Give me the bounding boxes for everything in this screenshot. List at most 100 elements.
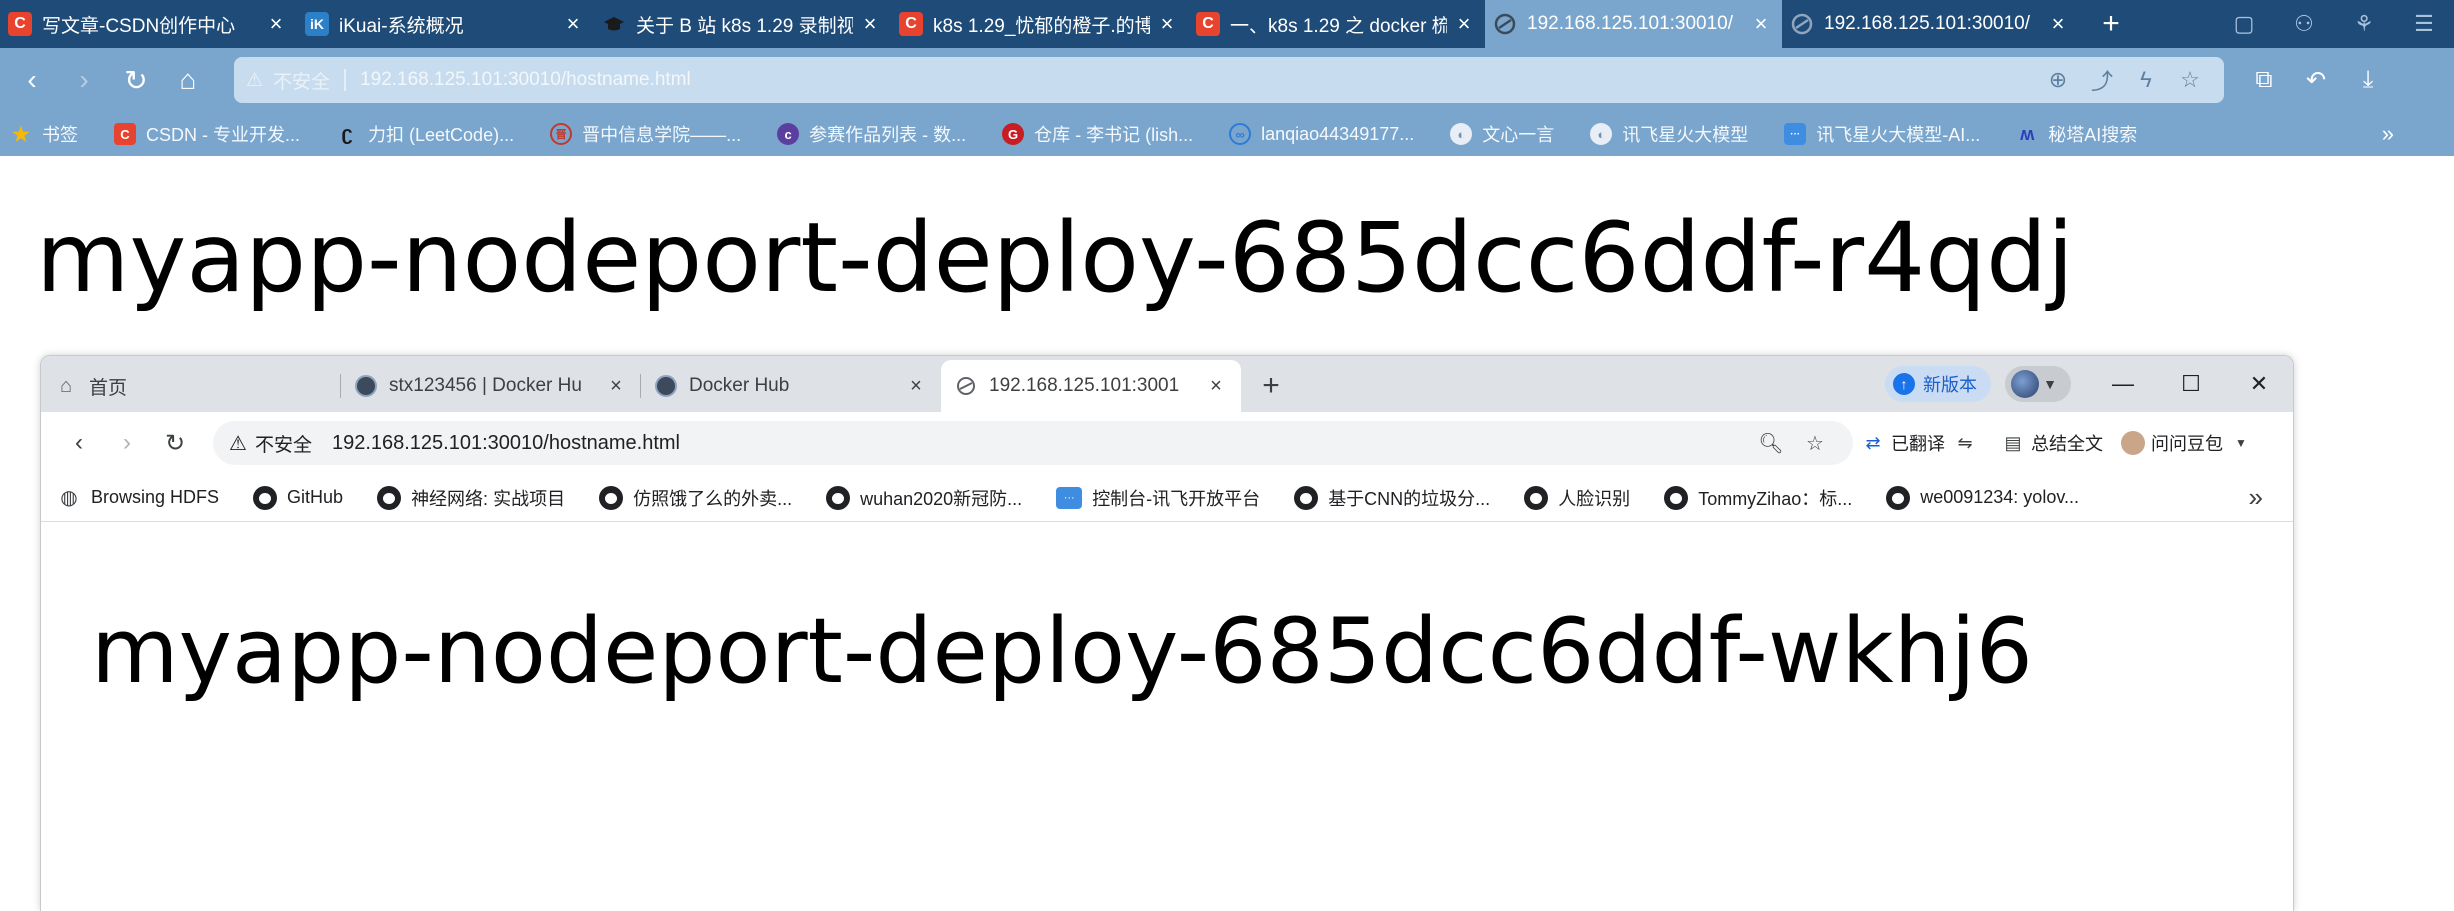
bookmark-label: 仓库 - 李书记 (lish... [1034, 125, 1194, 145]
outer-tab-ikuai[interactable]: iK iKuai-系统概况 × [297, 0, 594, 48]
collections-icon[interactable]: ⧉ [2238, 54, 2290, 106]
bookmark-item[interactable]: ∞ lanqiao44349177... [1229, 123, 1414, 145]
outer-tab-bilibili-k8s[interactable]: 关于 B 站 k8s 1.29 录制视 × [594, 0, 891, 48]
close-icon[interactable]: × [1156, 11, 1178, 36]
inner-tab-dockerhub-user[interactable]: stx123456 | Docker Hu × [341, 360, 641, 412]
bookmark-label: we0091234: yolov... [1920, 487, 2079, 507]
bookmark-item[interactable]: ··· 控制台-讯飞开放平台 [1056, 485, 1260, 511]
outer-address-bar[interactable]: ⚠ 不安全 192.168.125.101:30010/hostname.htm… [234, 57, 2224, 103]
lightning-icon[interactable]: ϟ [2124, 60, 2168, 100]
inner-tab-hostname-active[interactable]: 192.168.125.101:3001 × [941, 360, 1241, 412]
bookmark-item[interactable]: ★ 书签 [10, 121, 78, 147]
doubao-button[interactable]: 问问豆包 ▼ [2121, 430, 2259, 456]
download-icon[interactable]: ⤓ [2342, 54, 2394, 106]
url-text[interactable]: 192.168.125.101:30010/hostname.html [360, 69, 2036, 91]
outer-tab-hostname-active[interactable]: 192.168.125.101:30010/ × [1485, 0, 1782, 48]
bookmark-item[interactable]: we0091234: yolov... [1886, 485, 2079, 510]
inner-tab-dockerhub[interactable]: Docker Hub × [641, 360, 941, 412]
star-icon: ★ [12, 123, 30, 146]
outer-tab-csdn-write[interactable]: C 写文章-CSDN创作中心 × [0, 0, 297, 48]
close-icon[interactable]: × [859, 11, 881, 36]
bookmark-item[interactable]: C CSDN - 专业开发... [114, 121, 300, 147]
extensions-icon[interactable]: ⚇ [2274, 0, 2334, 48]
bookmark-item[interactable]: 人脸识别 [1524, 485, 1630, 511]
home-icon[interactable]: ⌂ [162, 54, 214, 106]
undo-icon[interactable]: ↶ [2290, 54, 2342, 106]
bookmark-item[interactable]: 神经网络: 实战项目 [377, 485, 565, 511]
share-icon[interactable]: ⤴ [2080, 60, 2124, 100]
bookmark-item[interactable]: ··· 讯飞星火大模型-AI... [1784, 121, 1980, 147]
bookmark-item[interactable]: ◐ 讯飞星火大模型 [1590, 121, 1748, 147]
tab-title: iKuai-系统概况 [339, 15, 464, 37]
outer-window-tools: ▢ ⚇ ⚘ ☰ [2214, 0, 2454, 48]
warning-icon: ⚠ [246, 69, 264, 91]
zoom-icon[interactable]: ⊕ [2036, 60, 2080, 100]
close-icon[interactable]: × [1750, 11, 1772, 36]
menu-icon[interactable]: ☰ [2394, 0, 2454, 48]
github-icon [826, 485, 851, 510]
summary-button[interactable]: ▤ 总结全文 [2001, 430, 2103, 456]
outer-tab-strip: C 写文章-CSDN创作中心 × iK iKuai-系统概况 × 关于 B 站 … [0, 0, 2454, 48]
bookmark-item[interactable]: ʍ 秘塔AI搜索 [2016, 121, 2137, 147]
bookmarks-more-icon[interactable]: » [2382, 121, 2394, 147]
back-icon[interactable]: ‹ [55, 419, 103, 467]
reload-icon[interactable]: ↻ [110, 54, 162, 106]
csdn-icon: C [899, 12, 923, 36]
star-icon[interactable]: ☆ [2168, 60, 2212, 100]
reload-icon[interactable]: ↻ [151, 419, 199, 467]
close-icon[interactable]: × [605, 375, 627, 397]
url-text[interactable]: 192.168.125.101:30010/hostname.html [332, 432, 1749, 455]
inner-address-bar[interactable]: ⚠ 不安全 192.168.125.101:30010/hostname.htm… [213, 421, 1853, 465]
shirt-icon[interactable]: ⚘ [2334, 0, 2394, 48]
bookmark-item[interactable]: ʗ 力扣 (LeetCode)... [336, 121, 514, 147]
bookmark-item[interactable]: 基于CNN的垃圾分... [1294, 485, 1490, 511]
bookmark-label: 文心一言 [1482, 125, 1555, 145]
back-icon[interactable]: ‹ [6, 54, 58, 106]
bookmark-item[interactable]: 晋晋中信息学院——... [550, 121, 741, 147]
bookmark-label: wuhan2020新冠防... [860, 488, 1023, 509]
inner-tab-home[interactable]: ⌂ 首页 [41, 360, 341, 412]
tab-title: 192.168.125.101:30010/ [1824, 13, 2031, 34]
outer-tab-k8s-blog[interactable]: C k8s 1.29_忧郁的橙子.的博 × [891, 0, 1188, 48]
bookmark-item[interactable]: c 参赛作品列表 - 数... [777, 121, 966, 147]
outer-tab-k8s-docker[interactable]: C 一、k8s 1.29 之 docker 梳 × [1188, 0, 1485, 48]
page-heading: myapp-nodeport-deploy-685dcc6ddf-r4qdj [36, 202, 2074, 314]
close-icon[interactable]: × [1205, 375, 1227, 397]
close-icon[interactable]: × [562, 11, 584, 36]
bookmark-label: Browsing HDFS [91, 487, 220, 507]
gitee-icon: G [1002, 123, 1025, 145]
home-icon: ⌂ [59, 374, 73, 397]
tab-title: 192.168.125.101:3001 [989, 375, 1180, 396]
bookmark-item[interactable]: GitHub [253, 485, 343, 510]
close-icon[interactable]: × [1453, 11, 1475, 36]
forward-icon[interactable]: › [103, 419, 151, 467]
profile-button[interactable]: ▼ [2005, 366, 2071, 402]
bookmarks-more-icon[interactable]: » [2249, 482, 2263, 513]
close-window-icon[interactable]: ✕ [2225, 356, 2293, 412]
bookmark-item[interactable]: 仿照饿了么的外卖... [599, 485, 792, 511]
new-tab-plus-icon[interactable]: + [1249, 360, 1293, 412]
bookmark-item[interactable]: TommyZihao：标... [1664, 485, 1852, 511]
bookmark-item[interactable]: ◐ 文心一言 [1450, 121, 1554, 147]
bookmark-item[interactable]: ◍ Browsing HDFS [57, 486, 219, 510]
new-version-button[interactable]: ↑ 新版本 [1885, 366, 1991, 402]
close-icon[interactable]: × [905, 375, 927, 397]
minimize-icon[interactable]: — [2089, 356, 2157, 412]
bookmark-label: 基于CNN的垃圾分... [1328, 488, 1491, 509]
tab-list-icon[interactable]: ▢ [2214, 0, 2274, 48]
outer-tab-hostname[interactable]: 192.168.125.101:30010/ × [1782, 0, 2079, 48]
github-icon [253, 485, 278, 510]
forward-icon[interactable]: › [58, 54, 110, 106]
bookmark-item[interactable]: wuhan2020新冠防... [826, 485, 1022, 511]
outer-bookmarks-bar: ★ 书签 C CSDN - 专业开发... ʗ 力扣 (LeetCode)... 晋晋… [0, 112, 2454, 156]
maximize-icon[interactable]: ☐ [2157, 356, 2225, 412]
zoom-icon[interactable]: 🔍︎ [1749, 423, 1793, 463]
translate-button[interactable]: ⇄ 已翻译 ⇋ [1861, 430, 1983, 456]
bookmark-label: 控制台-讯飞开放平台 [1092, 488, 1261, 509]
bookmark-item[interactable]: G 仓库 - 李书记 (lish... [1002, 121, 1193, 147]
close-icon[interactable]: × [2047, 11, 2069, 36]
translate-label: 已翻译 [1891, 434, 1945, 454]
close-icon[interactable]: × [265, 11, 287, 36]
star-icon[interactable]: ☆ [1793, 423, 1837, 463]
new-tab-plus-icon[interactable]: + [2089, 2, 2133, 46]
